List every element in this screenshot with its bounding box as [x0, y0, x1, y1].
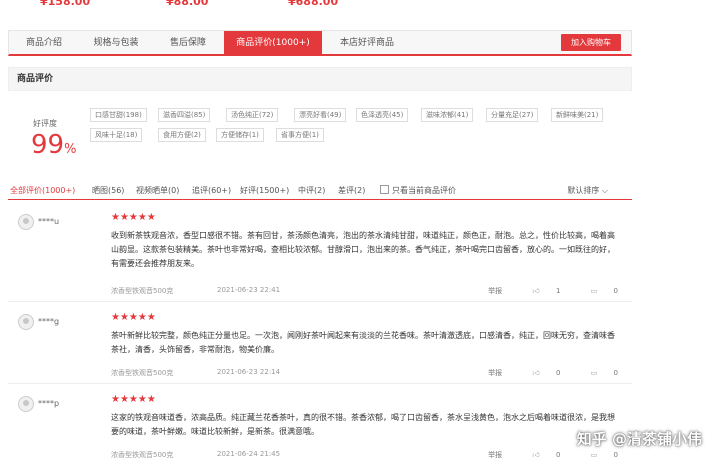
comment-count: 0: [613, 369, 618, 377]
review-item: ****u ★★★★★ 收到新茶铁观音浓，香型口感很不错。茶有回甘，茶汤颜色清亮…: [8, 204, 632, 302]
review-actions: 举报 👍︎ 0 ▭ 0: [474, 450, 618, 460]
tab-store-top-rated[interactable]: 本店好评商品: [331, 31, 403, 55]
filter-all[interactable]: 全部评价(1000+): [10, 185, 75, 196]
review-username: ****g: [38, 317, 60, 326]
current-product-label: 只看当前商品评价: [392, 186, 456, 195]
tab-reviews[interactable]: 商品评价(1000+): [224, 31, 322, 55]
review-meta: 浓香型铁观音500克 2021-06-23 22:14: [111, 368, 280, 378]
review-spec: 浓香型铁观音500克: [111, 287, 174, 295]
report-link[interactable]: 举报: [488, 450, 502, 460]
like-button[interactable]: 👍︎ 0: [518, 368, 560, 377]
review-stars: ★★★★★: [111, 312, 156, 323]
review-item: ****g ★★★★★ 茶叶新鲜比较完整，颜色纯正分量也足。一次泡，闻刚好茶叶闻…: [8, 302, 632, 384]
review-tag[interactable]: 食用方便(2): [158, 128, 206, 142]
rating-value: 99%: [31, 130, 76, 160]
filter-photos[interactable]: 晒图(56): [92, 185, 124, 196]
review-meta: 浓香型铁观音500克 2021-06-23 22:41: [111, 286, 280, 296]
filter-neutral[interactable]: 中评(2): [298, 185, 325, 196]
comment-button[interactable]: ▭ 0: [577, 451, 618, 459]
filter-negative[interactable]: 差评(2): [338, 185, 365, 196]
review-spec: 浓香型铁观音500克: [111, 369, 174, 377]
comment-count: 0: [613, 451, 618, 459]
review-stars: ★★★★★: [111, 212, 156, 223]
price-1: ¥158.00: [40, 0, 91, 8]
review-tag[interactable]: 滋味浓郁(41): [421, 108, 474, 122]
chevron-down-icon: ⌵: [601, 186, 608, 195]
like-button[interactable]: 👍︎ 0: [518, 450, 560, 459]
thumbs-up-icon: 👍︎: [532, 369, 540, 377]
review-tag[interactable]: 汤色纯正(72): [226, 108, 279, 122]
review-spec: 浓香型铁观音500克: [111, 451, 174, 459]
like-count: 1: [555, 287, 561, 295]
comment-icon: ▭: [590, 369, 598, 377]
top-price-strip: ¥158.00 ¥88.00 ¥688.00: [0, 0, 720, 10]
review-content: 茶叶新鲜比较完整，颜色纯正分量也足。一次泡，闻刚好茶叶闻起来有淡淡的兰花香味。茶…: [111, 331, 615, 354]
filter-followup[interactable]: 追评(60+): [192, 185, 231, 196]
reviews-section-title: 商品评价: [8, 67, 632, 91]
like-count: 0: [555, 451, 561, 459]
review-date: 2021-06-23 22:41: [217, 286, 281, 294]
like-count: 0: [555, 369, 561, 377]
like-button[interactable]: 👍︎ 1: [518, 286, 560, 295]
review-tag[interactable]: 新鲜味美(21): [551, 108, 604, 122]
watermark: 知乎 @清茶铺小伟: [576, 430, 702, 448]
rating-unit: %: [64, 142, 77, 157]
review-tag[interactable]: 分量充足(27): [486, 108, 539, 122]
avatar: [18, 314, 34, 330]
price-3: ¥688.00: [288, 0, 339, 8]
review-date: 2021-06-23 22:14: [217, 368, 281, 376]
review-date: 2021-06-24 21:45: [217, 450, 281, 458]
filter-positive[interactable]: 好评(1500+): [240, 185, 289, 196]
comment-icon: ▭: [590, 287, 598, 295]
tab-after-sales[interactable]: 售后保障: [163, 31, 213, 55]
review-actions: 举报 👍︎ 1 ▭ 0: [474, 286, 618, 296]
review-tag[interactable]: 漂亮好看(49): [294, 108, 347, 122]
tab-product-intro[interactable]: 商品介绍: [19, 31, 69, 55]
review-tag[interactable]: 口感甘甜(198): [90, 108, 147, 122]
avatar: [18, 214, 34, 230]
review-actions: 举报 👍︎ 0 ▭ 0: [474, 368, 618, 378]
review-filter-bar: 全部评价(1000+) 晒图(56) 视频晒单(0) 追评(60+) 好评(15…: [8, 182, 632, 200]
tab-spec-packaging[interactable]: 规格与包装: [85, 31, 147, 55]
review-tag[interactable]: 滋香四溢(85): [158, 108, 211, 122]
review-username: ****u: [38, 217, 60, 226]
review-meta: 浓香型铁观音500克 2021-06-24 21:45: [111, 450, 280, 460]
comment-button[interactable]: ▭ 0: [577, 369, 618, 377]
sort-dropdown[interactable]: 默认排序 ⌵: [567, 185, 608, 196]
review-tag[interactable]: 风味十足(18): [90, 128, 143, 142]
review-tag[interactable]: 方便储存(1): [216, 128, 264, 142]
comment-button[interactable]: ▭ 0: [577, 287, 618, 295]
review-tag[interactable]: 省事方便(1): [276, 128, 324, 142]
report-link[interactable]: 举报: [488, 368, 502, 378]
report-link[interactable]: 举报: [488, 286, 502, 296]
avatar: [18, 396, 34, 412]
add-to-cart-button[interactable]: 加入购物车: [561, 34, 621, 51]
review-tag[interactable]: 色泽透亮(45): [356, 108, 409, 122]
sort-label: 默认排序: [567, 186, 600, 195]
price-2: ¥88.00: [166, 0, 209, 8]
review-stars: ★★★★★: [111, 394, 156, 405]
rating-label: 好评度: [33, 119, 57, 128]
thumbs-up-icon: 👍︎: [532, 287, 540, 295]
comment-icon: ▭: [590, 451, 598, 459]
filter-videos[interactable]: 视频晒单(0): [136, 185, 179, 196]
review-content: 收到新茶铁观音浓，香型口感很不错。茶有回甘，茶汤颜色清亮，泡出的茶水清纯甘甜，味…: [111, 231, 615, 268]
rating-number: 99: [31, 130, 65, 160]
current-product-checkbox[interactable]: [380, 185, 389, 194]
review-item: ****p ★★★★★ 这家的铁观音味道香，浓高品质。纯正藏兰花香茶叶，真的很不…: [8, 384, 632, 467]
review-content: 这家的铁观音味道香，浓高品质。纯正藏兰花香茶叶，真的很不错。茶香浓郁，喝了口齿留…: [111, 413, 615, 436]
review-username: ****p: [38, 399, 60, 408]
comment-count: 0: [613, 287, 618, 295]
thumbs-up-icon: 👍︎: [532, 451, 540, 459]
product-tab-bar: 商品介绍 规格与包装 售后保障 商品评价(1000+) 本店好评商品 加入购物车: [8, 30, 632, 56]
